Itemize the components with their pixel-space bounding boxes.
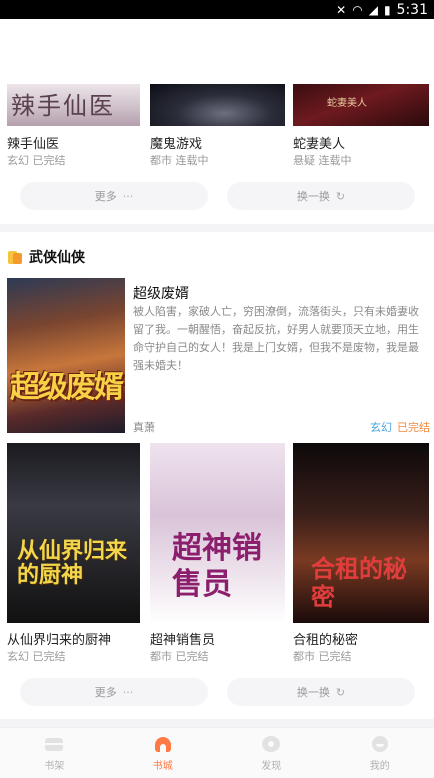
book-meta: 都市 连载中 (150, 154, 209, 167)
book-title[interactable]: 从仙界归来的厨神 (7, 629, 111, 648)
featured-book-description: 被人陷害，家破人亡，穷困潦倒，流落街头，只有未婚妻收留了我。一朝醒悟，奋起反抗，… (133, 305, 419, 372)
book-meta: 玄幻 已完结 (7, 650, 66, 663)
clock: 5:31 (396, 1, 428, 18)
section-header: 武侠仙侠 (8, 247, 85, 267)
bookstore-icon (153, 735, 173, 753)
refresh-button[interactable]: 换一换 ↻ (227, 182, 415, 210)
mute-icon: ✕ (336, 2, 347, 17)
more-button[interactable]: 更多 ··· (20, 678, 208, 706)
status-bar: ✕ ◠ ◢ ▮ 5:31 (0, 0, 434, 19)
more-label: 更多 (94, 190, 117, 203)
nav-label: 我的 (369, 760, 390, 772)
ellipsis-icon: ··· (122, 189, 134, 203)
book-cover[interactable] (150, 84, 285, 126)
ellipsis-icon: ··· (122, 685, 134, 699)
refresh-icon: ↻ (335, 685, 346, 699)
more-label: 更多 (94, 686, 117, 699)
section-title: 武侠仙侠 (29, 250, 85, 266)
book-title[interactable]: 辣手仙医 (7, 133, 59, 152)
discover-icon (261, 735, 281, 753)
bookshelf-icon (44, 735, 64, 753)
book-cover[interactable]: 超神销售员 (150, 443, 285, 623)
book-meta: 都市 已完结 (150, 650, 209, 663)
nav-item-profile[interactable]: 我的 (326, 728, 434, 778)
book-meta: 玄幻 已完结 (7, 154, 66, 167)
featured-book-author: 真萧 (133, 421, 155, 434)
section-divider (0, 224, 434, 232)
nav-label: 书架 (44, 760, 65, 772)
book-meta: 都市 已完结 (293, 650, 352, 663)
nav-item-discover[interactable]: 发现 (217, 728, 326, 778)
book-title[interactable]: 超神销售员 (150, 629, 215, 648)
book-cover[interactable]: 从仙界归来的厨神 (7, 443, 140, 623)
section-divider (0, 719, 434, 727)
refresh-button[interactable]: 换一换 ↻ (227, 678, 415, 706)
refresh-label: 换一换 (296, 190, 330, 203)
battery-icon: ▮ (383, 2, 391, 17)
book-title[interactable]: 合租的秘密 (293, 629, 358, 648)
featured-book-cover[interactable]: 超级废婿 (7, 278, 125, 433)
signal-icon: ◢ (368, 2, 378, 17)
refresh-label: 换一换 (296, 686, 330, 699)
nav-label: 书城 (152, 760, 173, 772)
profile-icon (370, 735, 390, 753)
more-button[interactable]: 更多 ··· (20, 182, 208, 210)
wifi-icon: ◠ (352, 2, 363, 17)
featured-book-title[interactable]: 超级废婿 (133, 283, 189, 303)
book-cover[interactable]: 辣手仙医 (7, 84, 140, 126)
nav-item-bookstore[interactable]: 书城 (109, 728, 218, 778)
genre-tag: 玄幻 (370, 421, 392, 434)
nav-label: 发现 (261, 760, 282, 772)
book-title[interactable]: 蛇妻美人 (293, 133, 345, 152)
book-meta: 悬疑 连载中 (293, 154, 352, 167)
book-cover[interactable]: 蛇妻美人 (293, 84, 429, 126)
bottom-nav: 书架 书城 发现 我的 (0, 727, 434, 778)
refresh-icon: ↻ (335, 189, 346, 203)
book-cover[interactable]: 合租的秘密 (293, 443, 429, 623)
nav-item-bookshelf[interactable]: 书架 (0, 728, 109, 778)
books-icon (8, 250, 23, 265)
book-title[interactable]: 魔鬼游戏 (150, 133, 202, 152)
status-tag: 已完结 (397, 421, 430, 434)
